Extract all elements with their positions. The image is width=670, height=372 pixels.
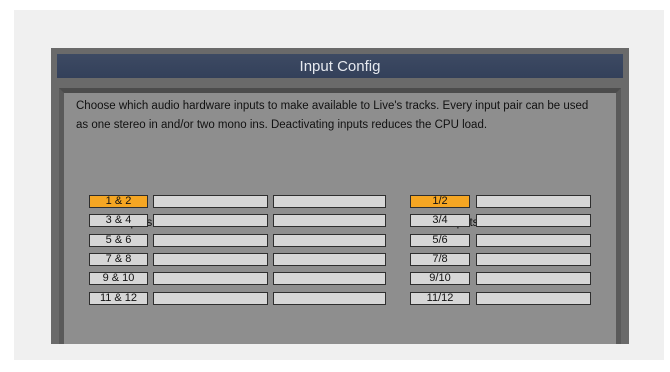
- mono-input-right-button[interactable]: [273, 272, 386, 285]
- description-text: Choose which audio hardware inputs to ma…: [76, 100, 589, 131]
- stereo-input-extra-button[interactable]: [476, 272, 591, 285]
- stereo-input-pair-button[interactable]: 7/8: [410, 253, 470, 266]
- mono-input-pair-button[interactable]: 9 & 10: [89, 272, 148, 285]
- stereo-input-pair-button[interactable]: 9/10: [410, 272, 470, 285]
- stereo-input-pair-button[interactable]: 3/4: [410, 214, 470, 227]
- mono-input-pair-button[interactable]: 11 & 12: [89, 292, 148, 305]
- mono-input-left-button[interactable]: [153, 234, 268, 247]
- mono-input-left-button[interactable]: [153, 272, 268, 285]
- mono-input-left-button[interactable]: [153, 292, 268, 305]
- mono-input-right-button[interactable]: [273, 234, 386, 247]
- mono-input-right-button[interactable]: [273, 195, 386, 208]
- stereo-input-extra-button[interactable]: [476, 253, 591, 266]
- mono-input-right-button[interactable]: [273, 214, 386, 227]
- input-config-dialog: Input Config Choose which audio hardware…: [51, 48, 629, 344]
- mono-input-pair-button[interactable]: 5 & 6: [89, 234, 148, 247]
- stereo-input-extra-button[interactable]: [476, 292, 591, 305]
- stereo-input-pair-button[interactable]: 11/12: [410, 292, 470, 305]
- stereo-input-extra-button[interactable]: [476, 214, 591, 227]
- stereo-input-extra-button[interactable]: [476, 234, 591, 247]
- mono-input-right-button[interactable]: [273, 253, 386, 266]
- mono-input-pair-button[interactable]: 7 & 8: [89, 253, 148, 266]
- stereo-input-extra-button[interactable]: [476, 195, 591, 208]
- mono-input-left-button[interactable]: [153, 214, 268, 227]
- mono-input-left-button[interactable]: [153, 195, 268, 208]
- stereo-input-pair-button[interactable]: 1/2: [410, 195, 470, 208]
- mono-input-right-button[interactable]: [273, 292, 386, 305]
- mono-input-pair-button[interactable]: 3 & 4: [89, 214, 148, 227]
- mono-input-pair-button[interactable]: 1 & 2: [89, 195, 148, 208]
- mono-input-left-button[interactable]: [153, 253, 268, 266]
- stereo-input-pair-button[interactable]: 5/6: [410, 234, 470, 247]
- dialog-title: Input Config: [57, 54, 623, 78]
